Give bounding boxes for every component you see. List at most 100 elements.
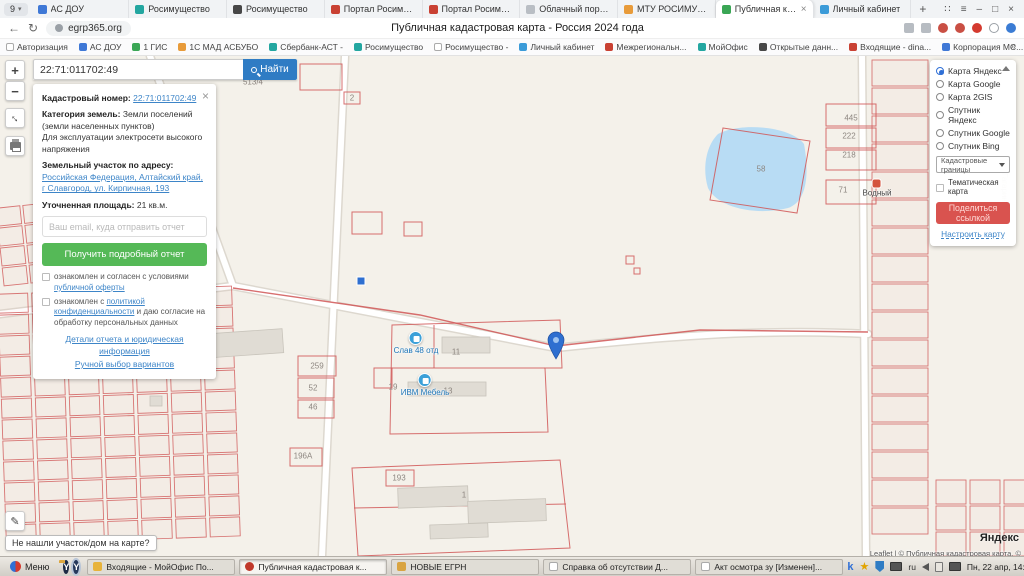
bookmark-item[interactable]: Росимущество <box>354 42 423 52</box>
tray-display-icon[interactable] <box>890 562 902 571</box>
manual-choice-link[interactable]: Ручной выбор вариантов <box>42 359 207 370</box>
pencil-icon: ✎ <box>10 515 19 528</box>
back-icon[interactable]: ← <box>8 22 20 34</box>
not-found-bubble[interactable]: Не нашли участок/дом на карте? <box>5 535 157 551</box>
bookmark-item[interactable]: Личный кабинет <box>519 42 594 52</box>
browser-tab[interactable]: МТУ РОСИМУЩЕСТ × <box>618 0 716 18</box>
offer-checkbox[interactable] <box>42 273 50 281</box>
bookmark-favicon-icon <box>269 43 277 51</box>
radio-icon <box>936 67 944 75</box>
browser-tab[interactable]: Портал Росимущес × <box>423 0 521 18</box>
bookmark-item[interactable]: Входящие - dina... <box>849 42 931 52</box>
browser-tab[interactable]: Личный кабинет × <box>814 0 912 18</box>
zoom-out-button[interactable]: − <box>5 81 25 101</box>
address-box[interactable]: egrp365.org <box>46 21 131 36</box>
search-button[interactable]: Найти <box>243 59 297 80</box>
network-icon[interactable] <box>949 562 961 571</box>
bookmark-item[interactable]: Межрегиональн... <box>605 42 686 52</box>
search-button-label: Найти <box>260 64 289 75</box>
panels-icon[interactable]: ∷ <box>944 4 950 15</box>
browser-tab[interactable]: Облачный портал × <box>520 0 618 18</box>
messenger-icon[interactable] <box>989 23 999 33</box>
tray-shield-icon[interactable] <box>875 561 884 572</box>
adblock-icon[interactable] <box>972 23 982 33</box>
layer-option-label: Спутник Яндекс <box>948 105 1010 125</box>
layer-option[interactable]: Спутник Google <box>936 128 1010 138</box>
bookmark-item[interactable]: Авторизация <box>6 42 68 52</box>
clipboard-icon[interactable] <box>935 562 943 572</box>
minimize-icon[interactable]: – <box>977 4 983 15</box>
extension-icon[interactable] <box>938 23 948 33</box>
collapse-panel-icon[interactable] <box>1002 66 1010 71</box>
keyboard-layout[interactable]: ru <box>908 562 916 572</box>
extension-grid-icon[interactable] <box>904 23 914 33</box>
bookmarks-overflow-button[interactable]: » <box>1010 41 1020 52</box>
task-button[interactable]: Справка об отсутствии Д... <box>543 559 691 575</box>
tab-close-icon[interactable]: × <box>801 4 807 15</box>
bookmark-favicon-icon <box>6 43 14 51</box>
extension-icon[interactable] <box>955 23 965 33</box>
fullscreen-button[interactable]: ↔ <box>5 108 25 128</box>
thematic-checkbox[interactable] <box>936 184 944 192</box>
site-info-icon[interactable] <box>55 24 63 32</box>
taskbar-clock[interactable]: Пн, 22 апр, 14:51 <box>967 562 1024 572</box>
privacy-checkbox[interactable] <box>42 298 50 306</box>
report-details-link[interactable]: Детали отчета и юридическая информация <box>42 334 207 357</box>
browser-tab[interactable]: Росимущество × <box>129 0 227 18</box>
bookmark-item[interactable]: Открытые данн... <box>759 42 838 52</box>
close-icon[interactable]: × <box>202 88 209 104</box>
bookmark-item[interactable]: 1 ГИС <box>132 42 167 52</box>
bookmark-favicon-icon <box>698 43 706 51</box>
browser-tab[interactable]: Публичная кад... × <box>716 0 814 18</box>
bookmark-item[interactable]: Росимущество - <box>434 42 508 52</box>
tray-k-icon[interactable]: k <box>847 561 853 573</box>
zoom-in-button[interactable]: + <box>5 60 25 80</box>
bookmark-item[interactable]: Сбербанк-АСТ - <box>269 42 343 52</box>
layer-option[interactable]: Карта Яндекс <box>936 66 1010 76</box>
layer-option[interactable]: Карта Google <box>936 79 1010 89</box>
browser-tab[interactable]: АС ДОУ × <box>32 0 130 18</box>
map-pin-icon[interactable] <box>545 330 567 360</box>
get-report-button[interactable]: Получить подробный отчет <box>42 243 207 266</box>
bookmark-favicon-icon <box>519 43 527 51</box>
bookmark-item[interactable]: 1С МАД АСБУБО <box>178 42 258 52</box>
browser-launcher-icon[interactable]: Y <box>73 560 79 574</box>
download-icon[interactable] <box>1006 23 1016 33</box>
extensions-row <box>904 23 1016 33</box>
print-button[interactable] <box>5 136 25 156</box>
extension-list-icon[interactable] <box>921 23 931 33</box>
volume-icon[interactable] <box>922 563 929 571</box>
draw-button[interactable]: ✎ <box>5 511 25 531</box>
tab-counter-button[interactable]: 9 ▾ <box>4 3 28 16</box>
email-field[interactable] <box>42 216 207 237</box>
new-tab-button[interactable]: + <box>911 2 934 16</box>
bookmark-item[interactable]: АС ДОУ <box>79 42 122 52</box>
share-link-button[interactable]: Поделиться ссылкой <box>936 202 1010 224</box>
cadastral-number-link[interactable]: 22:71:011702:49 <box>133 93 196 103</box>
task-button[interactable]: Публичная кадастровая к... <box>239 559 387 575</box>
task-button[interactable]: Входящие - МойОфис По... <box>87 559 235 575</box>
task-button[interactable]: НОВЫЕ ЕГРН <box>391 559 539 575</box>
layer-option[interactable]: Карта 2GIS <box>936 92 1010 102</box>
start-menu-button[interactable]: Меню <box>4 559 55 575</box>
configure-map-link[interactable]: Настроить карту <box>936 229 1010 239</box>
task-button[interactable]: Акт осмотра зу [Изменен]... <box>695 559 843 575</box>
layer-option[interactable]: Спутник Bing <box>936 141 1010 151</box>
maximize-icon[interactable]: □ <box>992 4 998 15</box>
browser-tab[interactable]: Росимущество × <box>227 0 325 18</box>
tray-star-icon[interactable]: ★ <box>859 560 869 573</box>
browser-tab[interactable]: Портал Росимущес × <box>325 0 423 18</box>
offer-link[interactable]: публичной оферты <box>54 283 125 292</box>
search-input[interactable] <box>33 59 243 80</box>
address-link[interactable]: Российская Федерация, Алтайский край, г … <box>42 172 203 193</box>
boundaries-select[interactable]: Кадастровые границы <box>936 156 1010 173</box>
page-title: Публичная кадастровая карта - Россия 202… <box>139 22 896 34</box>
close-icon[interactable]: × <box>1008 4 1014 15</box>
menu-icon[interactable]: ≡ <box>961 4 967 15</box>
bookmark-favicon-icon <box>942 43 950 51</box>
layers-panel: Карта Яндекс Карта Google Карта 2GIS Спу… <box>930 60 1016 246</box>
consent-privacy-row: ознакомлен с политикой конфиденциальност… <box>42 297 207 328</box>
bookmark-item[interactable]: МойОфис <box>698 42 748 52</box>
reload-icon[interactable]: ↻ <box>28 22 38 34</box>
layer-option[interactable]: Спутник Яндекс <box>936 105 1010 125</box>
